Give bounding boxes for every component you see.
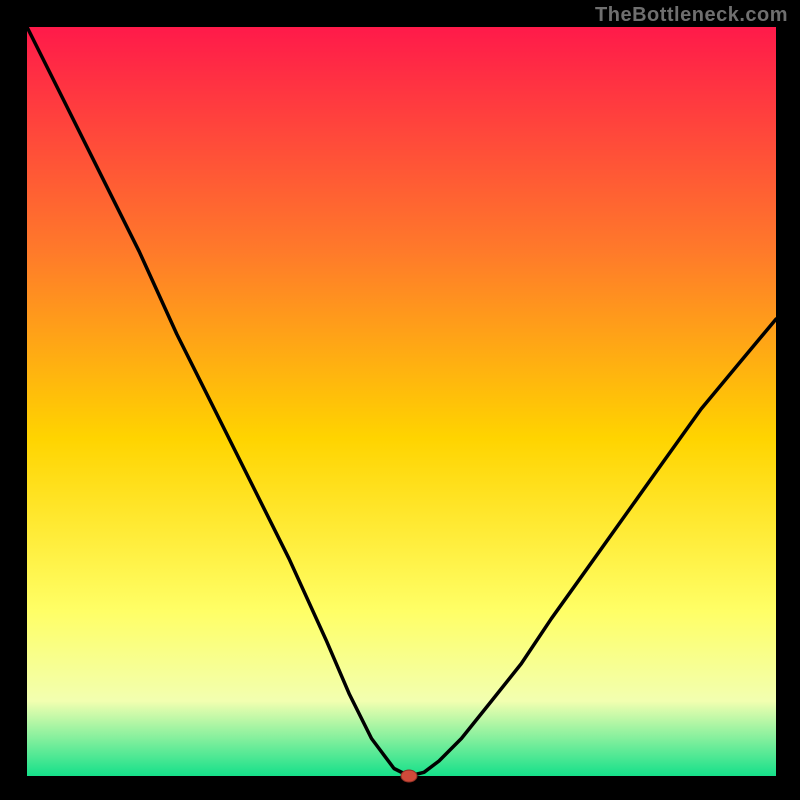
chart-stage: TheBottleneck.com bbox=[0, 0, 800, 800]
plot-area bbox=[27, 27, 776, 776]
chart-svg bbox=[0, 0, 800, 800]
optimum-marker bbox=[401, 770, 417, 782]
watermark-text: TheBottleneck.com bbox=[595, 4, 788, 27]
